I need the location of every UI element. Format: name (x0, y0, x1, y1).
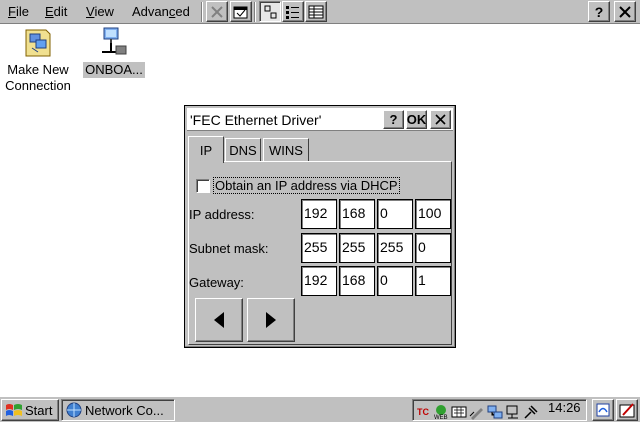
clock[interactable]: 14:26 (548, 400, 581, 415)
onboard-adapter-shortcut[interactable]: ONBOA... (76, 26, 152, 78)
dialog-close-button[interactable] (430, 110, 451, 129)
properties-button[interactable] (230, 1, 252, 22)
delete-button[interactable] (206, 1, 228, 22)
dhcp-checkbox-label[interactable]: Obtain an IP address via DHCP (213, 177, 400, 194)
task-label: Network Co... (85, 402, 164, 418)
list-view-button[interactable] (282, 1, 304, 22)
dialog-titlebar: 'FEC Ethernet Driver' ? OK (187, 108, 453, 131)
network-connected-icon[interactable] (487, 404, 503, 420)
subnet-mask-octet-1[interactable]: 255 (301, 233, 337, 263)
taskbar: Start Network Co... TC WEB 14:26 (0, 396, 640, 422)
tab-wins[interactable]: WINS (263, 138, 309, 162)
svg-text:TC: TC (417, 407, 429, 417)
windows-logo-icon (6, 404, 22, 416)
dialog-title: 'FEC Ethernet Driver' (190, 112, 322, 128)
desktop-icon (596, 403, 610, 417)
subnet-mask-octet-3[interactable]: 255 (377, 233, 413, 263)
gateway-octet-4[interactable]: 1 (415, 266, 451, 296)
menu-edit[interactable]: Edit (45, 4, 67, 19)
plug-icon[interactable] (523, 404, 539, 420)
pen-input-icon (619, 403, 635, 418)
show-desktop-button[interactable] (592, 399, 614, 421)
gateway-octet-1[interactable]: 192 (301, 266, 337, 296)
input-panel-button[interactable] (616, 399, 638, 421)
start-button[interactable]: Start (1, 399, 59, 421)
make-new-connection-shortcut[interactable]: Make New Connection (0, 26, 76, 94)
close-icon (619, 5, 631, 18)
help-button[interactable]: ? (588, 1, 610, 22)
right-arrow-icon (266, 312, 276, 328)
delete-icon (211, 5, 223, 18)
toolbar-separator (201, 2, 203, 22)
ip-address-octet-4[interactable]: 100 (415, 199, 451, 229)
start-label: Start (25, 402, 53, 418)
make-new-connection-label-1: Make New (7, 62, 69, 77)
dhcp-checkbox[interactable] (196, 179, 210, 193)
gateway-label: Gateway: (189, 275, 244, 290)
properties-icon (233, 6, 248, 18)
details-view-button[interactable] (305, 1, 327, 22)
dialog-help-button[interactable]: ? (383, 110, 404, 129)
svg-text:WEB: WEB (434, 415, 448, 420)
network-adapter-icon (98, 26, 130, 58)
network-connections-task-button[interactable]: Network Co... (61, 399, 175, 421)
close-window-button[interactable] (614, 1, 636, 22)
ip-address-octet-3[interactable]: 0 (377, 199, 413, 229)
ethernet-driver-dialog: 'FEC Ethernet Driver' ? OK IP DNS WINS O… (184, 105, 456, 348)
web-icon[interactable]: WEB (433, 404, 449, 420)
left-arrow-icon (214, 312, 224, 328)
list-view-icon (286, 5, 299, 19)
menu-bar: File Edit View Advanced ? (0, 0, 640, 24)
previous-button[interactable] (195, 298, 243, 342)
toolbar-separator (254, 2, 256, 22)
make-new-connection-label-2: Connection (5, 78, 71, 93)
stylus-icon[interactable] (469, 404, 485, 420)
tab-wins-label: WINS (269, 143, 303, 158)
next-button[interactable] (247, 298, 295, 342)
tc-icon[interactable]: TC (417, 404, 433, 420)
tab-dns-label: DNS (229, 143, 257, 158)
close-icon (435, 114, 446, 125)
network-icon (66, 402, 82, 418)
menu-advanced[interactable]: Advanced (132, 4, 190, 19)
keyboard-icon[interactable] (451, 404, 467, 420)
large-icons-view-button[interactable] (259, 1, 281, 22)
ip-address-octet-2[interactable]: 168 (339, 199, 375, 229)
subnet-mask-label: Subnet mask: (189, 241, 269, 256)
subnet-mask-octet-2[interactable]: 255 (339, 233, 375, 263)
make-new-connection-icon (22, 26, 54, 58)
gateway-octet-2[interactable]: 168 (339, 266, 375, 296)
menu-view[interactable]: View (86, 4, 114, 19)
gateway-octet-3[interactable]: 0 (377, 266, 413, 296)
onboard-adapter-label: ONBOA... (83, 62, 145, 78)
ip-address-octet-1[interactable]: 192 (301, 199, 337, 229)
menu-file[interactable]: File (8, 4, 29, 19)
tab-ip-label: IP (199, 142, 213, 158)
network-adapter-tray-icon[interactable] (505, 404, 521, 420)
details-view-icon (308, 5, 324, 18)
dialog-ok-button[interactable]: OK (406, 110, 427, 129)
tab-dns[interactable]: DNS (225, 138, 261, 162)
ip-address-label: IP address: (189, 207, 255, 222)
tab-ip[interactable]: IP (188, 136, 224, 163)
large-icons-icon (264, 5, 277, 18)
subnet-mask-octet-4[interactable]: 0 (415, 233, 451, 263)
